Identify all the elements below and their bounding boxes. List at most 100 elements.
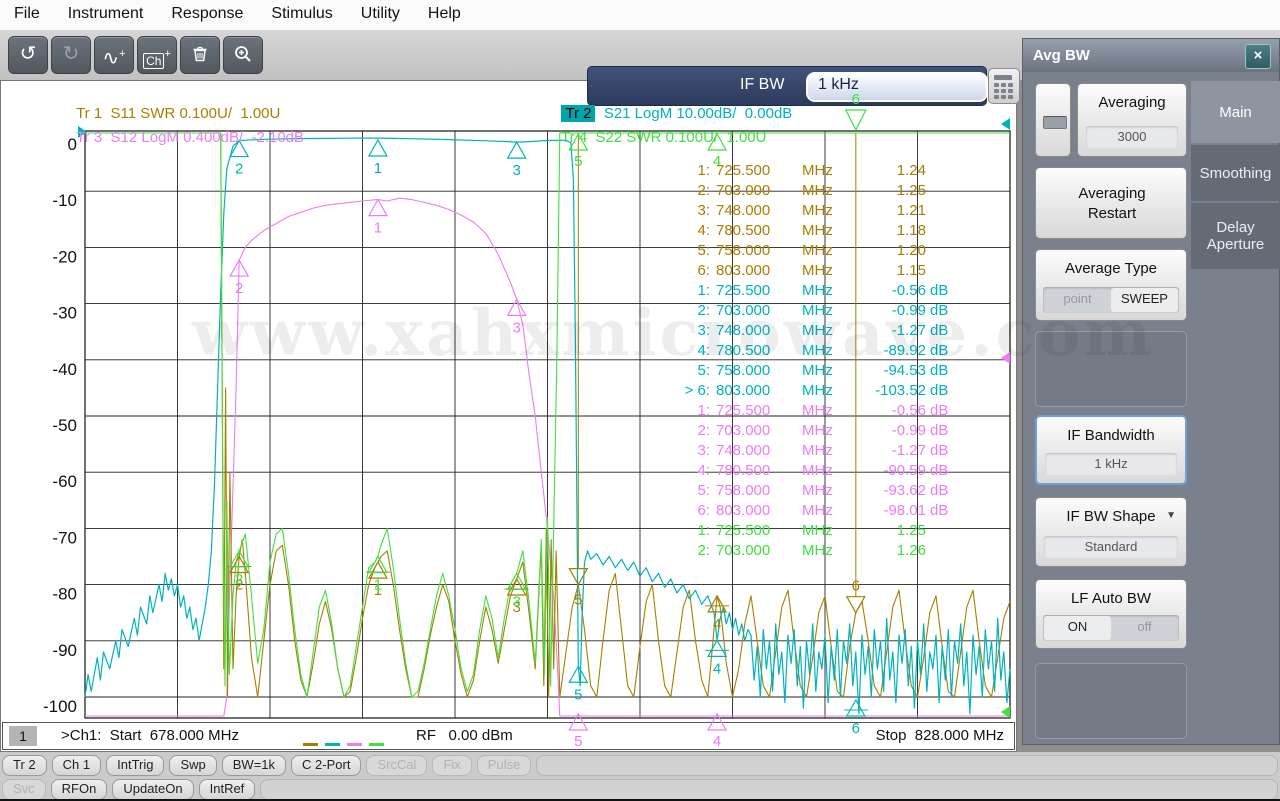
if-bandwidth-button[interactable]: IF Bandwidth 1 kHz [1035,415,1187,485]
marker-cell: 1.25 [896,182,926,199]
trace3-legend[interactable]: Tr 3 S12 LogM 0.400dB/ -2.10dB [68,112,304,146]
ifbw-shape-button[interactable]: IF BW Shape ▼ Standard [1035,497,1187,567]
averaging-restart-button[interactable]: Averaging Restart [1035,167,1187,239]
average-type-sweep[interactable]: SWEEP [1111,288,1178,312]
status-intref[interactable]: IntRef [198,779,256,800]
svg-text:-100: -100 [43,697,77,716]
menu-file[interactable]: File [0,0,54,23]
marker-row: 4: 780.500 MHz -89.92 dB [684,341,960,361]
marker-cell: 803.000 [716,502,771,519]
marker-readout-table: 1: 725.500 MHz 1.24 2: 703.000 MHz 1.25 3: 748.00… [684,161,960,561]
marker-cell: 780.500 [716,462,771,479]
svg-text:-30: -30 [52,304,77,323]
averaging-led-indicator [1043,116,1067,129]
status-fix: Fix [432,755,472,776]
status-swp[interactable]: Swp [169,755,217,776]
status-c-2-port[interactable]: C 2-Port [291,755,362,776]
marker-cell [930,261,960,281]
average-type-button[interactable]: Average Type point SWEEP [1035,249,1187,321]
marker-cell: 780.500 [716,342,771,359]
tab-smoothing[interactable]: Smoothing [1191,145,1280,201]
averaging-button[interactable]: Averaging 3000 [1077,83,1187,157]
svg-text:-90: -90 [52,641,77,660]
average-type-point[interactable]: point [1044,288,1111,312]
close-icon[interactable]: × [1245,44,1271,69]
marker-cell: -98.01 [883,502,926,519]
menu-stimulus[interactable]: Stimulus [257,0,346,23]
marker-cell: 780.500 [716,222,771,239]
if-bandwidth-label: IF Bandwidth [1067,427,1155,444]
svg-text:6: 6 [852,720,860,737]
marker-row: 5: 758.000 MHz 1.20 [684,241,960,261]
marker-cell: 725.500 [716,402,771,419]
empty-button-1 [1035,331,1187,407]
marker-cell: dB [930,382,949,399]
status-tr-2[interactable]: Tr 2 [2,755,47,776]
marker-cell: 2: [697,182,710,199]
lf-auto-off[interactable]: off [1111,616,1178,640]
status-updateon[interactable]: UpdateOn [112,779,194,800]
marker-cell: 3: [697,442,710,459]
menu-help[interactable]: Help [414,0,475,23]
marker-cell: 2: [697,302,710,319]
undo-button[interactable]: ↺ [8,36,48,74]
status-inttrig[interactable]: IntTrig [106,755,165,776]
lf-auto-bw-toggle[interactable]: ON off [1043,615,1179,641]
svg-text:5: 5 [574,686,582,703]
zoom-button[interactable] [223,36,263,74]
svg-text:1: 1 [374,577,382,594]
marker-cell: 1.20 [896,242,926,259]
menu-response[interactable]: Response [157,0,257,23]
marker-cell: -103.52 [875,382,926,399]
lf-auto-bw-button[interactable]: LF Auto BW ON off [1035,579,1187,649]
trace4-legend[interactable]: Tr 4 S22 SWR 0.100U/ 1.00U [553,112,766,146]
marker-row: 2: 703.000 MHz 1.26 [684,541,960,561]
marker-cell: 725.500 [716,282,771,299]
averaging-value: 3000 [1086,126,1178,148]
marker-cell: 725.500 [716,162,771,179]
marker-cell [930,181,960,201]
marker-cell: 6: [697,262,710,279]
marker-cell: MHz [802,202,833,219]
averaging-toggle-button[interactable] [1035,83,1071,157]
empty-button-2 [1035,663,1187,739]
marker-cell: MHz [802,422,833,439]
marker-cell [930,201,960,221]
status-rfon[interactable]: RFOn [50,779,108,800]
ifbw-shape-label: IF BW Shape [1066,508,1156,525]
marker-cell: 1.21 [896,202,926,219]
marker-row: 4: 780.500 MHz -90.59 dB [684,461,960,481]
marker-cell: -90.59 [883,462,926,479]
add-channel-button[interactable]: Ch + [137,36,177,74]
svg-text:-40: -40 [52,360,77,379]
lf-auto-on[interactable]: ON [1044,616,1111,640]
marker-cell: dB [930,342,949,359]
trace4-id: Tr 4 [561,129,588,146]
menu-bar: File Instrument Response Stimulus Utility Hel… [0,0,1280,30]
marker-cell: MHz [802,282,833,299]
marker-cell: 1: [697,402,710,419]
average-type-toggle[interactable]: point SWEEP [1043,287,1179,313]
marker-cell: MHz [802,302,833,319]
marker-cell: MHz [802,402,833,419]
marker-cell: dB [930,442,949,459]
status-pulse: Pulse [476,755,532,776]
svg-text:4: 4 [713,733,721,750]
trace3-id: Tr 3 [76,129,103,146]
delete-button[interactable] [180,36,220,74]
tab-main[interactable]: Main [1191,81,1280,143]
marker-cell: MHz [802,242,833,259]
avg-bw-panel: Avg BW × Averaging 3000 Averaging Restar… [1022,38,1280,745]
marker-cell: 1.26 [896,542,926,559]
menu-instrument[interactable]: Instrument [54,0,158,23]
menu-utility[interactable]: Utility [347,0,414,23]
marker-cell [930,161,960,181]
marker-cell: -93.62 [883,482,926,499]
tab-delay-aperture[interactable]: Delay Aperture [1191,203,1280,269]
add-trace-button[interactable]: ∿+ [94,36,134,74]
status-bw=1k[interactable]: BW=1k [221,755,287,776]
status-ch-1[interactable]: Ch 1 [51,755,102,776]
panel-header[interactable]: Avg BW × [1023,39,1279,72]
marker-row: 6: 803.000 MHz 1.15 [684,261,960,281]
svg-text:4: 4 [713,660,721,677]
